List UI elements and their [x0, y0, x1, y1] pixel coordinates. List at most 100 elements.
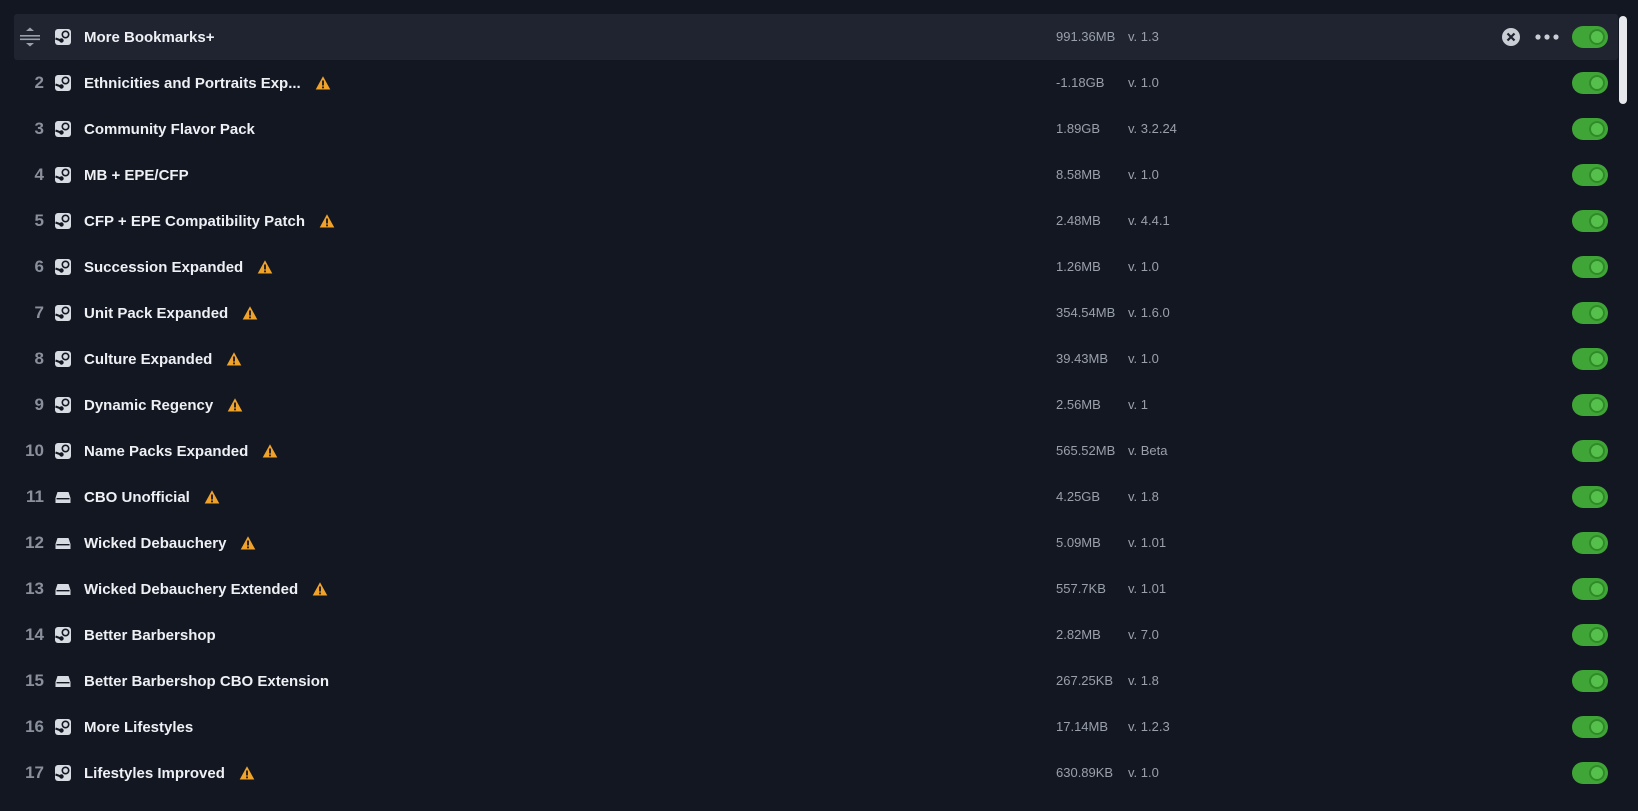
warning-icon[interactable]	[226, 351, 242, 367]
mod-index: 2	[34, 73, 44, 92]
warning-icon[interactable]	[315, 75, 331, 91]
mod-size: 39.43MB	[1056, 351, 1109, 366]
warning-icon[interactable]	[240, 535, 256, 551]
mod-version: v. 1.0	[1128, 75, 1159, 90]
mod-size: -1.18GB	[1056, 75, 1105, 90]
mod-row[interactable]: 10 Name Packs Expanded 565.52MB v. Beta	[14, 428, 1618, 474]
enable-toggle[interactable]	[1572, 578, 1608, 600]
mod-name: Dynamic Regency	[84, 396, 214, 414]
mod-row[interactable]: 13 Wicked Debauchery Extended 557.7KB v. 1.…	[14, 566, 1618, 612]
mod-row[interactable]: 12 Wicked Debauchery 5.09MB v. 1.01	[14, 520, 1618, 566]
toggle-knob	[1589, 75, 1605, 91]
steam-icon	[54, 304, 72, 322]
mod-size: 991.36MB	[1056, 29, 1116, 44]
mod-index: 9	[34, 395, 44, 414]
enable-toggle[interactable]	[1572, 762, 1608, 784]
mod-row[interactable]: 15 Better Barbershop CBO Extension 267.25K…	[14, 658, 1618, 704]
warning-icon[interactable]	[262, 443, 278, 459]
mod-row[interactable]: 2 Ethnicities and Portraits Exp... -1.18GB…	[14, 60, 1618, 106]
toggle-knob	[1589, 259, 1605, 275]
mod-row[interactable]: 14 Better Barbershop 2.82MB v. 7.0	[14, 612, 1618, 658]
warning-icon[interactable]	[204, 489, 220, 505]
mod-index: 3	[34, 119, 44, 138]
warning-icon[interactable]	[257, 259, 273, 275]
drag-handle-icon[interactable]	[18, 26, 42, 48]
mod-name: Ethnicities and Portraits Exp...	[84, 74, 301, 92]
mod-name-group: Dynamic Regency	[84, 382, 243, 428]
mod-name-group: Wicked Debauchery	[84, 520, 256, 566]
enable-toggle[interactable]	[1572, 670, 1608, 692]
mod-list: More Bookmarks+ 991.36MB v. 1.3 2 Ethnicitie…	[14, 14, 1618, 796]
mod-version: v. 1.0	[1128, 167, 1159, 182]
warning-icon[interactable]	[227, 397, 243, 413]
mod-version: v. 3.2.24	[1128, 121, 1177, 136]
mod-row[interactable]: 4 MB + EPE/CFP 8.58MB v. 1.0	[14, 152, 1618, 198]
enable-toggle[interactable]	[1572, 394, 1608, 416]
mod-index: 13	[25, 579, 44, 598]
mod-name: Lifestyles Improved	[84, 764, 225, 782]
enable-toggle[interactable]	[1572, 348, 1608, 370]
mod-name-group: Succession Expanded	[84, 244, 273, 290]
mod-name: Succession Expanded	[84, 258, 244, 276]
mod-name: More Lifestyles	[84, 718, 194, 736]
more-options-icon[interactable]	[1534, 27, 1560, 47]
enable-toggle[interactable]	[1572, 118, 1608, 140]
mod-size: 2.82MB	[1056, 627, 1101, 642]
mod-size: 1.89GB	[1056, 121, 1101, 136]
mod-row[interactable]: 9 Dynamic Regency 2.56MB v. 1	[14, 382, 1618, 428]
steam-icon	[54, 74, 72, 92]
enable-toggle[interactable]	[1572, 532, 1608, 554]
enable-toggle[interactable]	[1572, 486, 1608, 508]
toggle-knob	[1589, 397, 1605, 413]
enable-toggle[interactable]	[1572, 716, 1608, 738]
toggle-knob	[1589, 351, 1605, 367]
scrollbar-thumb[interactable]	[1619, 16, 1627, 104]
steam-icon	[54, 764, 72, 782]
steam-icon	[54, 120, 72, 138]
toggle-knob	[1589, 489, 1605, 505]
toggle-knob	[1589, 765, 1605, 781]
mod-name-group: Community Flavor Pack	[84, 106, 255, 152]
remove-icon[interactable]	[1501, 27, 1521, 47]
mod-version: v. 1.8	[1128, 489, 1159, 504]
mod-version: v. 1.2.3	[1128, 719, 1170, 734]
warning-icon[interactable]	[242, 305, 258, 321]
toggle-knob	[1589, 305, 1605, 321]
partial-next-row	[14, 806, 1618, 811]
enable-toggle[interactable]	[1572, 440, 1608, 462]
mod-name: Unit Pack Expanded	[84, 304, 229, 322]
enable-toggle[interactable]	[1572, 624, 1608, 646]
mod-row[interactable]: 8 Culture Expanded 39.43MB v. 1.0	[14, 336, 1618, 382]
mod-row[interactable]: 11 CBO Unofficial 4.25GB v. 1.8	[14, 474, 1618, 520]
mod-row[interactable]: More Bookmarks+ 991.36MB v. 1.3	[14, 14, 1618, 60]
toggle-knob	[1589, 121, 1605, 137]
enable-toggle[interactable]	[1572, 72, 1608, 94]
mod-version: v. 1	[1128, 397, 1148, 412]
warning-icon[interactable]	[312, 581, 328, 597]
mod-row[interactable]: 5 CFP + EPE Compatibility Patch 2.48MB v. 4…	[14, 198, 1618, 244]
enable-toggle[interactable]	[1572, 164, 1608, 186]
steam-icon	[54, 28, 72, 46]
enable-toggle[interactable]	[1572, 302, 1608, 324]
mod-name: CFP + EPE Compatibility Patch	[84, 212, 306, 230]
mod-size: 2.56MB	[1056, 397, 1101, 412]
enable-toggle[interactable]	[1572, 26, 1608, 48]
mod-row[interactable]: 7 Unit Pack Expanded 354.54MB v. 1.6.0	[14, 290, 1618, 336]
enable-toggle[interactable]	[1572, 256, 1608, 278]
local-drive-icon	[54, 672, 72, 690]
mod-version: v. 1.0	[1128, 259, 1159, 274]
mod-name-group: CFP + EPE Compatibility Patch	[84, 198, 335, 244]
mod-row[interactable]: 6 Succession Expanded 1.26MB v. 1.0	[14, 244, 1618, 290]
warning-icon[interactable]	[319, 213, 335, 229]
enable-toggle[interactable]	[1572, 210, 1608, 232]
steam-icon	[54, 626, 72, 644]
mod-name: Community Flavor Pack	[84, 120, 255, 138]
warning-icon[interactable]	[239, 765, 255, 781]
mod-index: 16	[25, 717, 44, 736]
mod-name: Better Barbershop CBO Extension	[84, 672, 330, 690]
mod-row[interactable]: 3 Community Flavor Pack 1.89GB v. 3.2.24	[14, 106, 1618, 152]
mod-name-group: Ethnicities and Portraits Exp...	[84, 60, 331, 106]
mod-version: v. 1.01	[1128, 581, 1167, 596]
mod-row[interactable]: 16 More Lifestyles 17.14MB v. 1.2.3	[14, 704, 1618, 750]
mod-row[interactable]: 17 Lifestyles Improved 630.89KB v. 1.0	[14, 750, 1618, 796]
